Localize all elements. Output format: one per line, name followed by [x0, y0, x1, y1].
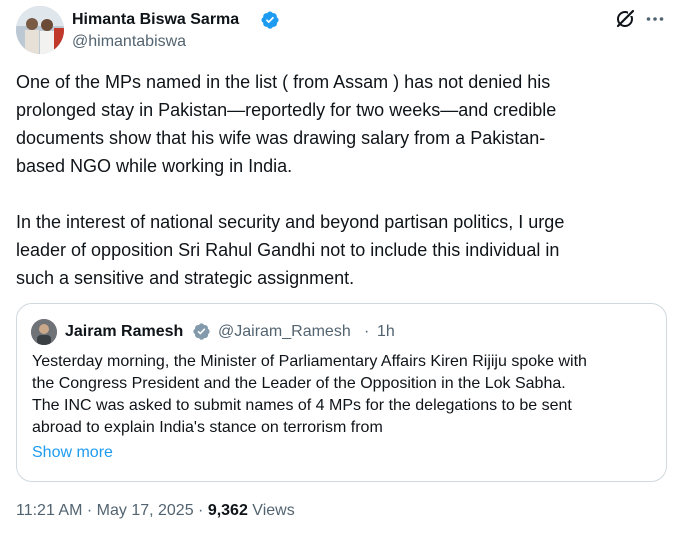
quoted-line: abroad to explain India's stance on terr…: [32, 419, 383, 436]
tweet-header: Himanta Biswa Sarma @himantabiswa: [16, 6, 666, 54]
tweet-line: based NGO while working in India.: [16, 156, 293, 176]
tweet-meta: 11:21 AM · May 17, 2025 · 9,362 Views: [16, 502, 295, 520]
meta-separator: ·: [193, 502, 208, 519]
quoted-verified-badge-icon: [192, 322, 211, 341]
tweet-body: One of the MPs named in the list ( from …: [16, 68, 666, 292]
verified-badge-icon[interactable]: [260, 10, 280, 30]
views-label: Views: [247, 502, 295, 519]
meta-separator: ·: [82, 502, 97, 519]
quoted-author-name: Jairam Ramesh: [65, 323, 184, 340]
quoted-author-handle: @Jairam_Ramesh: [218, 323, 351, 340]
views-count: 9,362: [207, 502, 248, 519]
tweet-date[interactable]: May 17, 2025: [97, 502, 194, 519]
tweet-time[interactable]: 11:21 AM: [16, 502, 82, 519]
quoted-timestamp: 1h: [377, 323, 395, 340]
tweet-line: leader of opposition Sri Rahul Gandhi no…: [16, 240, 560, 260]
tweet-line: documents show that his wife was drawing…: [16, 128, 546, 148]
show-more-link[interactable]: Show more: [32, 444, 113, 462]
author-avatar[interactable]: [16, 6, 64, 54]
tweet-line: such a sensitive and strategic assignmen…: [16, 268, 355, 288]
more-options-icon[interactable]: [644, 8, 666, 30]
quoted-tweet-card[interactable]: Jairam Ramesh @Jairam_Ramesh · 1h Yester…: [16, 303, 667, 482]
grok-icon[interactable]: [614, 8, 636, 30]
quoted-line: The INC was asked to submit names of 4 M…: [32, 397, 572, 414]
separator-dot: ·: [364, 323, 370, 340]
author-name[interactable]: Himanta Biswa Sarma: [72, 11, 239, 29]
tweet-line: In the interest of national security and…: [16, 212, 565, 232]
tweet-line: prolonged stay in Pakistan—reportedly fo…: [16, 100, 557, 120]
quoted-line: Yesterday morning, the Minister of Parli…: [32, 353, 587, 370]
tweet-line: One of the MPs named in the list ( from …: [16, 72, 551, 92]
quoted-tweet-body: Yesterday morning, the Minister of Parli…: [32, 351, 657, 439]
quoted-line: the Congress President and the Leader of…: [32, 375, 566, 392]
author-handle[interactable]: @himantabiswa: [72, 33, 186, 51]
quoted-author-avatar: [31, 319, 57, 345]
